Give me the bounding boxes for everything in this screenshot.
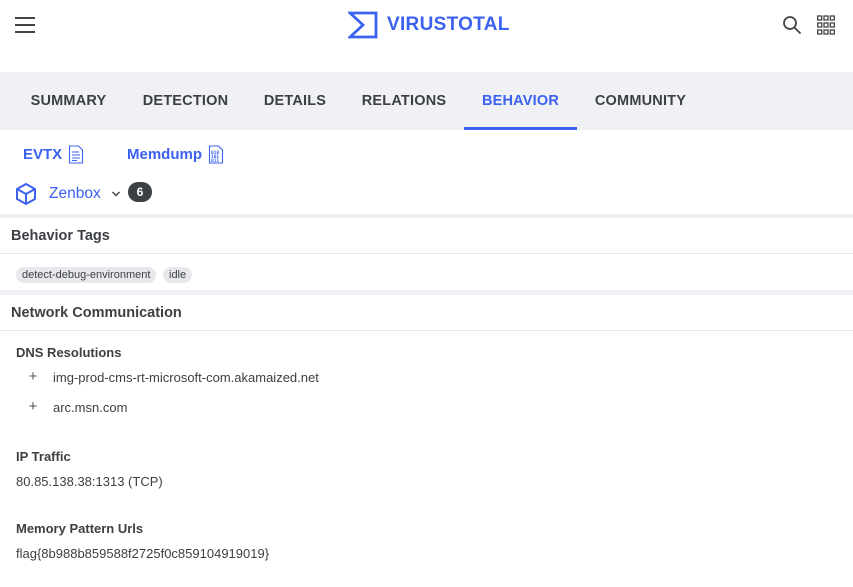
tab-behavior[interactable]: BEHAVIOR [464, 72, 577, 130]
dns-item[interactable]: img-prod-cms-rt-microsoft-com.akamaized.… [53, 370, 319, 385]
sandbox-count-badge: 6 [128, 182, 152, 202]
ip-traffic-item: 80.85.138.38:1313 (TCP) [16, 474, 163, 489]
search-icon[interactable] [782, 15, 802, 35]
behavior-tags-heading: Behavior Tags [0, 218, 853, 254]
dns-resolutions-heading: DNS Resolutions [16, 345, 122, 360]
expand-plus-icon[interactable]: + [27, 368, 39, 385]
tab-details[interactable]: DETAILS [246, 72, 344, 130]
apps-grid-icon[interactable] [817, 15, 835, 35]
memdump-link[interactable]: Memdump 010 101 011 [127, 145, 224, 164]
report-downloads: EVTX Memdump 010 101 011 [0, 138, 853, 172]
evtx-link[interactable]: EVTX [23, 145, 84, 164]
evtx-label: EVTX [23, 146, 63, 163]
virustotal-logo[interactable]: VIRUSTOTAL [348, 11, 510, 39]
hamburger-menu-icon[interactable] [15, 15, 35, 35]
memory-url-item: flag{8b988b859588f2725f0c859104919019} [16, 546, 270, 561]
report-tabs: SUMMARY DETECTION DETAILS RELATIONS BEHA… [0, 72, 853, 130]
chevron-down-icon [111, 191, 120, 197]
tab-detection[interactable]: DETECTION [125, 72, 246, 130]
sandbox-name: Zenbox [49, 185, 101, 202]
memdump-label: Memdump [127, 146, 202, 163]
expand-plus-icon[interactable]: + [27, 398, 39, 415]
dns-item[interactable]: arc.msn.com [53, 400, 127, 415]
tab-summary[interactable]: SUMMARY [13, 72, 124, 130]
brand-name: VIRUSTOTAL [387, 14, 510, 35]
document-icon [69, 145, 84, 164]
top-bar: VIRUSTOTAL [0, 0, 853, 50]
ip-traffic-heading: IP Traffic [16, 449, 71, 464]
binary-file-icon: 010 101 011 [208, 145, 224, 164]
virustotal-logo-mark-icon [348, 11, 378, 39]
tab-community[interactable]: COMMUNITY [577, 72, 704, 130]
svg-text:011: 011 [211, 158, 219, 164]
memory-pattern-urls-heading: Memory Pattern Urls [16, 521, 144, 536]
tag-detect-debug-environment[interactable]: detect-debug-environment [16, 267, 157, 283]
network-communication-heading: Network Communication [0, 295, 853, 331]
sandbox-selector[interactable]: Zenbox [14, 181, 121, 207]
cube-icon [16, 183, 36, 205]
tag-idle[interactable]: idle [163, 267, 193, 283]
tab-relations[interactable]: RELATIONS [344, 72, 464, 130]
